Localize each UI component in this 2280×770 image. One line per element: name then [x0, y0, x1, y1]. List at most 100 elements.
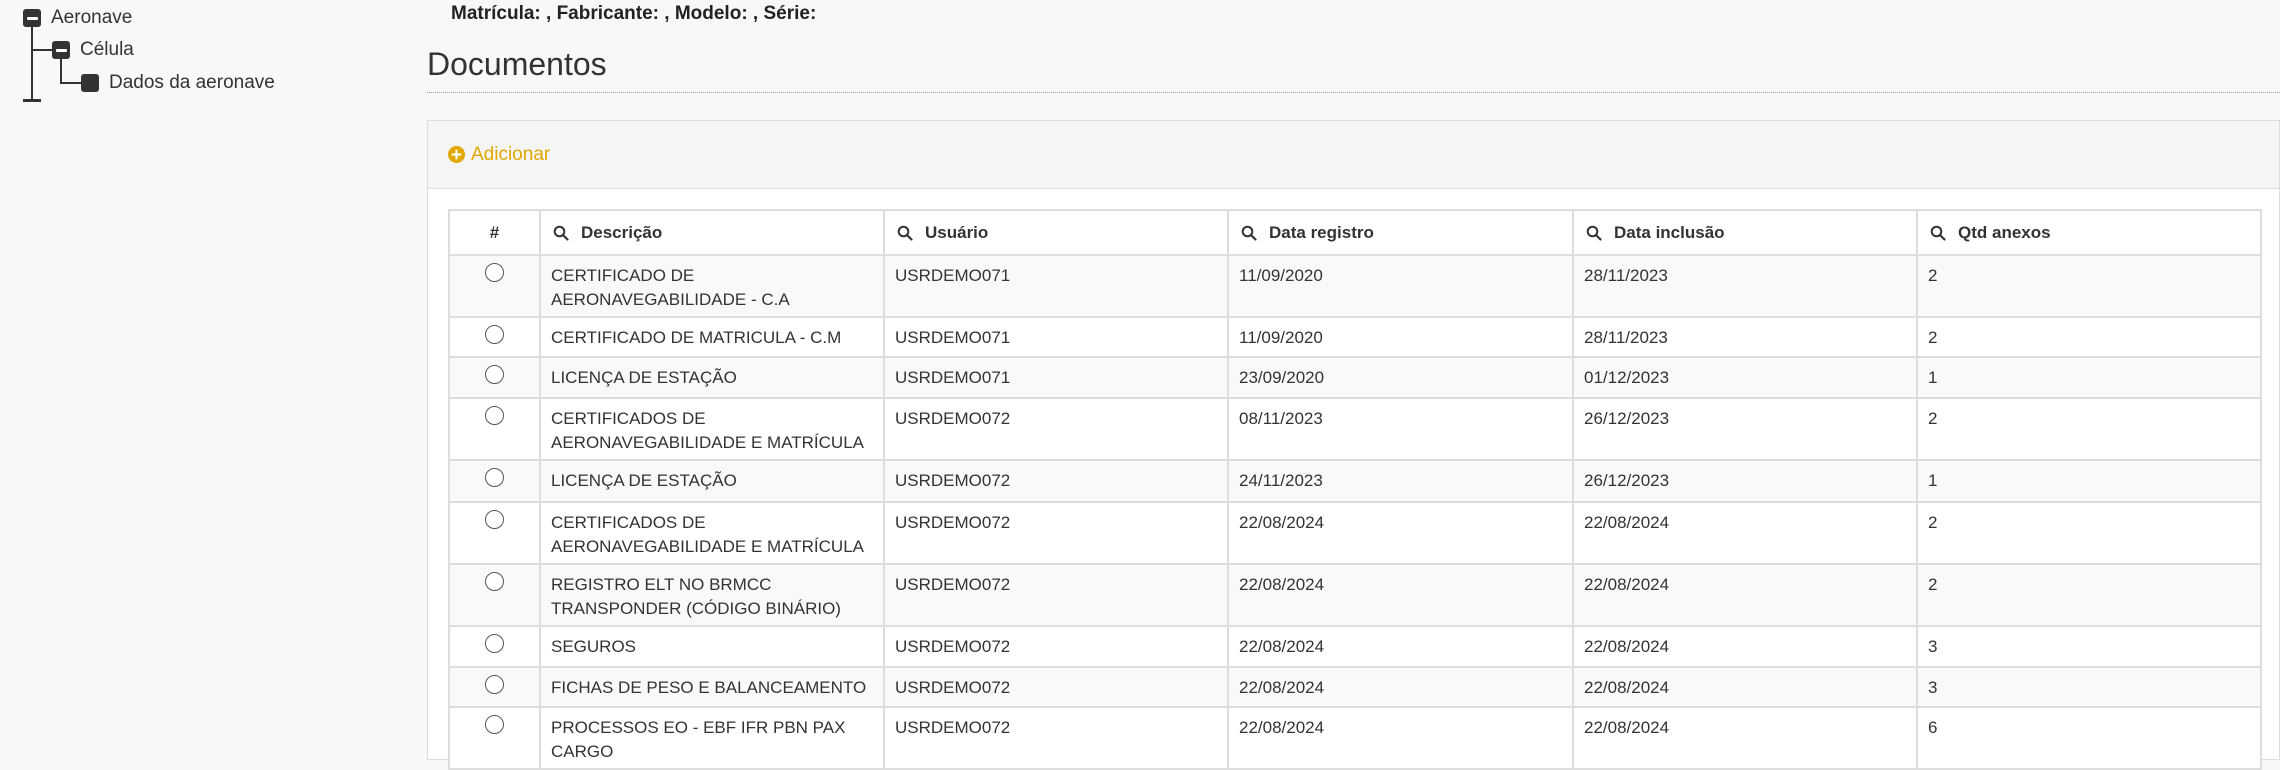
table-row[interactable]: LICENÇA DE ESTAÇÃO USRDEMO072 24/11/2023…	[448, 459, 2262, 503]
row-radio-button[interactable]	[485, 572, 504, 591]
cell-qtd-anexos: 3	[1916, 666, 2262, 708]
tree-connector	[31, 49, 53, 51]
cell-usuario: USRDEMO072	[883, 459, 1229, 503]
cell-data-registro: 08/11/2023	[1227, 397, 1574, 461]
row-select-cell[interactable]	[448, 625, 541, 668]
column-header-num: #	[448, 209, 541, 256]
column-header-descricao[interactable]: Descrição	[539, 209, 885, 256]
row-radio-button[interactable]	[485, 263, 504, 282]
cell-data-inclusao: 01/12/2023	[1572, 356, 1918, 399]
cell-data-inclusao: 22/08/2024	[1572, 706, 1918, 770]
cell-data-inclusao: 22/08/2024	[1572, 501, 1918, 565]
table-row[interactable]: FICHAS DE PESO E BALANCEAMENTO USRDEMO07…	[448, 666, 2262, 708]
search-icon[interactable]	[1241, 225, 1257, 241]
cell-data-registro: 23/09/2020	[1227, 356, 1574, 399]
page-title: Documentos	[427, 46, 607, 82]
search-icon[interactable]	[1586, 225, 1602, 241]
cell-data-inclusao: 22/08/2024	[1572, 625, 1918, 668]
tree-node-label[interactable]: Aeronave	[51, 7, 132, 29]
cell-data-inclusao: 28/11/2023	[1572, 316, 1918, 358]
cell-data-inclusao: 28/11/2023	[1572, 254, 1918, 318]
row-select-cell[interactable]	[448, 397, 541, 461]
cell-usuario: USRDEMO072	[883, 563, 1229, 627]
cell-usuario: USRDEMO071	[883, 316, 1229, 358]
cell-qtd-anexos: 3	[1916, 625, 2262, 668]
table-row[interactable]: CERTIFICADO DE AERONAVEGABILIDADE - C.A …	[448, 254, 2262, 318]
cell-qtd-anexos: 2	[1916, 563, 2262, 627]
cell-descricao: REGISTRO ELT NO BRMCC TRANSPONDER (CÓDIG…	[539, 563, 885, 627]
tree-connector	[23, 99, 41, 102]
cell-data-inclusao: 26/12/2023	[1572, 459, 1918, 503]
row-radio-button[interactable]	[485, 365, 504, 384]
row-select-cell[interactable]	[448, 666, 541, 708]
search-icon[interactable]	[1930, 225, 1946, 241]
cell-data-registro: 22/08/2024	[1227, 563, 1574, 627]
cell-descricao: LICENÇA DE ESTAÇÃO	[539, 459, 885, 503]
row-radio-button[interactable]	[485, 468, 504, 487]
row-radio-button[interactable]	[485, 715, 504, 734]
row-select-cell[interactable]	[448, 316, 541, 358]
cell-usuario: USRDEMO072	[883, 397, 1229, 461]
add-button[interactable]: Adicionar	[448, 144, 550, 166]
cell-data-registro: 22/08/2024	[1227, 625, 1574, 668]
leaf-node-icon	[81, 74, 99, 92]
cell-qtd-anexos: 2	[1916, 501, 2262, 565]
tree-connector	[31, 27, 33, 101]
cell-usuario: USRDEMO071	[883, 254, 1229, 318]
row-radio-button[interactable]	[485, 634, 504, 653]
row-radio-button[interactable]	[485, 325, 504, 344]
column-header-label: Usuário	[925, 222, 989, 242]
row-select-cell[interactable]	[448, 501, 541, 565]
search-icon[interactable]	[897, 225, 913, 241]
cell-usuario: USRDEMO072	[883, 706, 1229, 770]
table-row[interactable]: PROCESSOS EO - EBF IFR PBN PAX CARGO USR…	[448, 706, 2262, 770]
cell-data-registro: 11/09/2020	[1227, 316, 1574, 358]
column-header-data-registro[interactable]: Data registro	[1227, 209, 1574, 256]
row-radio-button[interactable]	[485, 675, 504, 694]
column-header-usuario[interactable]: Usuário	[883, 209, 1229, 256]
row-select-cell[interactable]	[448, 706, 541, 770]
row-radio-button[interactable]	[485, 510, 504, 529]
table-row[interactable]: CERTIFICADOS DE AERONAVEGABILIDADE E MAT…	[448, 397, 2262, 461]
cell-data-registro: 24/11/2023	[1227, 459, 1574, 503]
table-row[interactable]: CERTIFICADOS DE AERONAVEGABILIDADE E MAT…	[448, 501, 2262, 565]
tree-connector	[60, 82, 82, 84]
collapse-icon[interactable]	[52, 41, 70, 59]
row-select-cell[interactable]	[448, 563, 541, 627]
cell-data-registro: 11/09/2020	[1227, 254, 1574, 318]
cell-descricao: CERTIFICADO DE AERONAVEGABILIDADE - C.A	[539, 254, 885, 318]
tree-node-dados-aeronave[interactable]: Dados da aeronave	[81, 70, 275, 96]
add-button-label[interactable]: Adicionar	[471, 144, 550, 166]
cell-qtd-anexos: 2	[1916, 254, 2262, 318]
tree-node-label[interactable]: Célula	[80, 39, 134, 61]
documents-table: # Descrição Usuário Data registro Data i…	[448, 209, 2262, 770]
cell-descricao: CERTIFICADOS DE AERONAVEGABILIDADE E MAT…	[539, 501, 885, 565]
cell-descricao: LICENÇA DE ESTAÇÃO	[539, 356, 885, 399]
cell-data-inclusao: 26/12/2023	[1572, 397, 1918, 461]
tree-node-label[interactable]: Dados da aeronave	[109, 72, 275, 94]
row-select-cell[interactable]	[448, 459, 541, 503]
cell-data-inclusao: 22/08/2024	[1572, 563, 1918, 627]
column-header-label: Qtd anexos	[1958, 222, 2051, 242]
row-select-cell[interactable]	[448, 254, 541, 318]
row-select-cell[interactable]	[448, 356, 541, 399]
collapse-icon[interactable]	[23, 9, 41, 27]
table-row[interactable]: LICENÇA DE ESTAÇÃO USRDEMO071 23/09/2020…	[448, 356, 2262, 399]
cell-descricao: SEGUROS	[539, 625, 885, 668]
column-header-qtd-anexos[interactable]: Qtd anexos	[1916, 209, 2262, 256]
cell-qtd-anexos: 6	[1916, 706, 2262, 770]
tree-node-celula[interactable]: Célula	[52, 37, 134, 63]
documents-table-wrap: # Descrição Usuário Data registro Data i…	[448, 209, 2262, 770]
row-radio-button[interactable]	[485, 406, 504, 425]
tree-node-aeronave[interactable]: Aeronave	[23, 5, 132, 31]
table-row[interactable]: CERTIFICADO DE MATRICULA - C.M USRDEMO07…	[448, 316, 2262, 358]
search-icon[interactable]	[553, 225, 569, 241]
table-row[interactable]: REGISTRO ELT NO BRMCC TRANSPONDER (CÓDIG…	[448, 563, 2262, 627]
cell-data-registro: 22/08/2024	[1227, 501, 1574, 565]
column-header-label: Data registro	[1269, 222, 1374, 242]
column-header-data-inclusao[interactable]: Data inclusão	[1572, 209, 1918, 256]
aircraft-tree: Aeronave Célula Dados da aeronave	[0, 0, 420, 110]
table-row[interactable]: SEGUROS USRDEMO072 22/08/2024 22/08/2024…	[448, 625, 2262, 668]
cell-descricao: PROCESSOS EO - EBF IFR PBN PAX CARGO	[539, 706, 885, 770]
cell-descricao: FICHAS DE PESO E BALANCEAMENTO	[539, 666, 885, 708]
